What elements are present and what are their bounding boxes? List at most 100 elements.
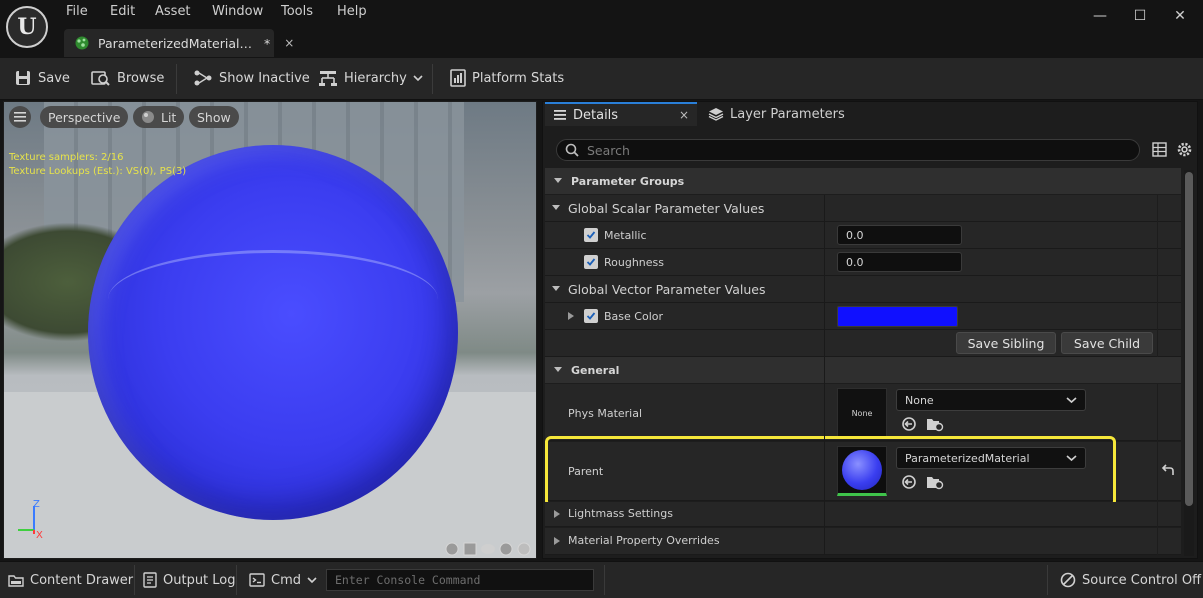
save-sibling-label: Save Sibling [967,335,1045,351]
row-extension [1158,222,1181,249]
tab-details[interactable]: Details × [545,102,697,126]
content-drawer-icon [8,573,24,587]
hierarchy-dropdown[interactable]: Hierarchy [318,66,423,90]
browse-button[interactable]: Browse [91,66,164,90]
tab-layer-parameters[interactable]: Layer Parameters [708,104,845,124]
axis-z-label: Z [33,499,40,510]
menu-edit[interactable]: Edit [110,4,135,22]
roughness-value: 0.0 [846,255,864,269]
unreal-logo-icon[interactable]: U [6,6,48,48]
cmd-label: Cmd [271,572,301,588]
roughness-value-field[interactable]: 0.0 [837,252,962,272]
metallic-value-field[interactable]: 0.0 [837,225,962,245]
maximize-icon[interactable]: ☐ [1130,8,1150,26]
collapse-arrow-icon[interactable] [551,204,561,212]
phys-material-dropdown[interactable]: None [896,389,1086,411]
sphere-reflection [108,250,438,360]
source-control-off-icon [1060,572,1076,588]
content-drawer-button[interactable]: Content Drawer [8,569,133,591]
preview-mesh-icons[interactable] [444,541,534,557]
terminal-icon [249,573,265,587]
lit-label: Lit [161,109,177,125]
search-icon [565,143,579,157]
platform-stats-icon [450,69,466,87]
collapse-arrow-icon[interactable] [551,285,561,293]
row-extension [1158,249,1181,276]
base-color-label: Base Color [604,310,664,323]
hierarchy-icon [318,69,338,87]
nodes-icon [193,69,213,87]
menu-help[interactable]: Help [337,4,367,22]
row-extension [1158,528,1181,555]
lightmass-label: Lightmass Settings [568,507,673,520]
section-parameter-groups[interactable]: Parameter Groups [545,168,1181,194]
base-color-checkbox[interactable] [584,309,598,323]
parameter-groups-label: Parameter Groups [571,174,685,188]
base-color-swatch[interactable] [837,306,958,327]
column-divider[interactable] [824,195,825,555]
save-button[interactable]: Save [14,66,70,90]
highlight-annotation [545,436,1116,507]
phys-material-value: None [905,393,934,407]
use-selected-icon[interactable] [901,416,917,432]
minimize-icon[interactable]: — [1090,8,1110,26]
statusbar-divider [604,565,605,595]
tab-close-icon[interactable]: × [284,36,294,50]
search-input[interactable]: Search [556,139,1140,161]
reset-to-default-icon[interactable] [1160,464,1176,478]
chevron-down-icon [307,576,317,584]
browse-asset-icon[interactable] [926,416,944,432]
perspective-button[interactable]: Perspective [40,106,129,128]
close-window-icon[interactable]: ✕ [1170,8,1190,26]
show-inactive-button[interactable]: Show Inactive [193,66,310,90]
menu-window[interactable]: Window [212,4,263,22]
save-child-button[interactable]: Save Child [1061,332,1153,354]
lit-button[interactable]: Lit [133,106,185,128]
platform-stats-button[interactable]: Platform Stats [450,66,564,90]
chevron-down-icon [1066,396,1077,404]
row-extension [1158,276,1181,303]
perspective-label: Perspective [48,109,121,125]
viewport-menu-button[interactable] [9,106,31,128]
document-tab[interactable]: ParameterizedMaterial… * × [64,29,294,57]
menu-tools[interactable]: Tools [281,4,313,22]
expand-arrow-icon[interactable] [567,311,575,321]
roughness-checkbox[interactable] [584,255,598,269]
statusbar-divider [1047,565,1048,595]
show-inactive-label: Show Inactive [219,70,310,86]
expand-arrow-icon[interactable] [553,509,561,519]
source-control-label: Source Control Off [1082,572,1202,588]
global-vector-label: Global Vector Parameter Values [568,282,766,297]
details-close-icon[interactable]: × [679,108,689,122]
output-log-button[interactable]: Output Log [143,569,236,591]
chevron-down-icon [413,74,423,82]
platform-stats-label: Platform Stats [472,70,565,86]
texture-samplers-stat: Texture samplers: 2/16 [9,152,124,163]
console-command-input[interactable]: Enter Console Command [326,569,594,591]
table-view-icon[interactable] [1152,142,1167,157]
roughness-label: Roughness [604,256,665,269]
show-button[interactable]: Show [189,106,239,128]
menu-asset[interactable]: Asset [155,4,191,22]
metallic-value: 0.0 [846,228,864,242]
source-control-button[interactable]: Source Control Off [1060,569,1201,591]
cmd-dropdown[interactable]: Cmd [249,569,317,591]
browse-label: Browse [117,70,165,86]
menu-file[interactable]: File [66,4,88,22]
section-general[interactable]: General [545,357,1181,383]
expand-arrow-icon[interactable] [553,536,561,546]
save-sibling-button[interactable]: Save Sibling [956,332,1056,354]
console-placeholder: Enter Console Command [335,573,481,587]
details-scrollbar-thumb[interactable] [1185,172,1193,506]
statusbar-divider [134,565,135,595]
collapse-arrow-icon [553,366,563,374]
row-extension [1158,502,1181,527]
show-label: Show [197,109,231,125]
layers-icon [708,107,724,121]
gear-icon[interactable] [1176,141,1193,158]
modified-indicator: * [263,35,271,51]
metallic-checkbox[interactable] [584,228,598,242]
phys-material-thumbnail[interactable]: None [837,388,887,438]
hierarchy-label: Hierarchy [344,70,407,86]
details-tab-label: Details [573,107,619,123]
